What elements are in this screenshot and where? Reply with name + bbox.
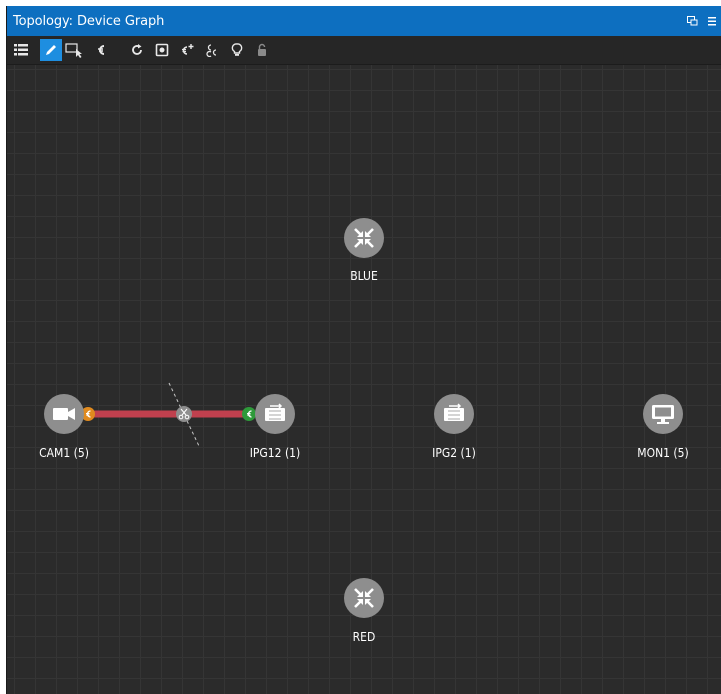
router-icon (344, 578, 384, 618)
popout-icon[interactable] (682, 6, 702, 36)
node-label-red: RED (353, 630, 376, 644)
refresh-icon[interactable] (126, 39, 148, 61)
router-icon (344, 218, 384, 258)
link-add-icon[interactable] (176, 39, 198, 61)
node-label-cam1: CAM1 (5) (39, 446, 89, 460)
graph-canvas[interactable]: BLUE RED CAM1 (5) IPG12 (1) IPG2 (1) MON… (7, 65, 721, 694)
node-mon1[interactable]: MON1 (5) (637, 394, 689, 460)
dest-port-icon[interactable] (242, 407, 256, 421)
node-red[interactable]: RED (344, 578, 384, 644)
node-label-ipg2: IPG2 (1) (432, 446, 476, 460)
list-icon[interactable] (10, 39, 32, 61)
pencil-icon[interactable] (40, 39, 62, 61)
node-label-ipg12: IPG12 (1) (250, 446, 301, 460)
lightbulb-icon[interactable] (226, 39, 248, 61)
toolbar (7, 36, 721, 65)
snapshot-icon[interactable] (151, 39, 173, 61)
node-cam1[interactable]: CAM1 (5) (39, 394, 89, 460)
link-cam1-ipg12[interactable] (81, 382, 256, 447)
device-graph-window: Topology: Device Graph BLUE RED CAM1 (5)… (6, 6, 721, 694)
select-cursor-icon[interactable] (65, 39, 87, 61)
lock-icon[interactable] (251, 39, 273, 61)
title-bar: Topology: Device Graph (7, 6, 721, 36)
node-label-mon1: MON1 (5) (637, 446, 688, 460)
node-blue[interactable]: BLUE (344, 218, 384, 283)
menu-icon[interactable] (702, 6, 721, 36)
link-multi-icon[interactable] (201, 39, 223, 61)
node-ipg2[interactable]: IPG2 (1) (432, 394, 476, 460)
node-ipg12[interactable]: IPG12 (1) (250, 394, 301, 460)
graph-svg: BLUE RED CAM1 (5) IPG12 (1) IPG2 (1) MON… (39, 218, 689, 644)
node-label-blue: BLUE (350, 269, 378, 283)
scissors-icon[interactable] (176, 406, 192, 422)
link-icon[interactable] (90, 39, 112, 61)
window-title: Topology: Device Graph (13, 13, 165, 29)
